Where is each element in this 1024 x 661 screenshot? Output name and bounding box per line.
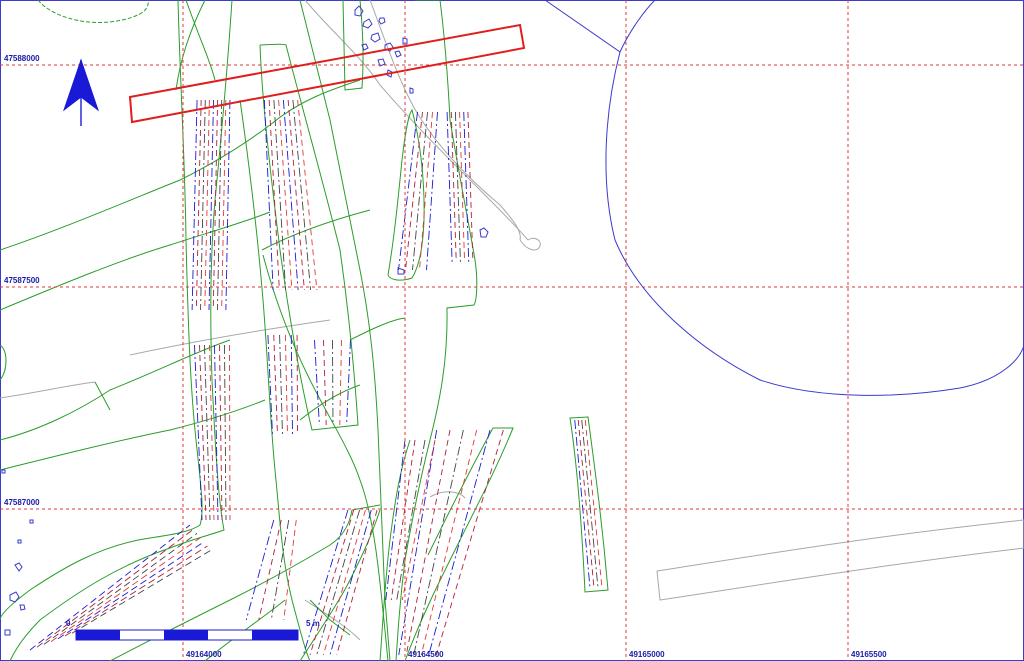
grid-label-x-2: 49165000 bbox=[629, 650, 665, 659]
map-canvas[interactable]: 47588000 47587500 47587000 49164000 4916… bbox=[0, 0, 1024, 661]
grid-label-y-1: 47587500 bbox=[4, 276, 40, 285]
map-background bbox=[0, 0, 1024, 661]
scale-end-label: 5 m bbox=[306, 619, 320, 628]
hatch-line bbox=[332, 339, 334, 426]
grid-label-x-0: 49164000 bbox=[186, 650, 222, 659]
grid-label-x-3: 49165500 bbox=[851, 650, 887, 659]
scale-start-label: 0 bbox=[66, 619, 71, 628]
grid-label-y-2: 47587000 bbox=[4, 498, 40, 507]
grid-label-x-1: 49164500 bbox=[408, 650, 444, 659]
grid-label-y-0: 47588000 bbox=[4, 54, 40, 63]
